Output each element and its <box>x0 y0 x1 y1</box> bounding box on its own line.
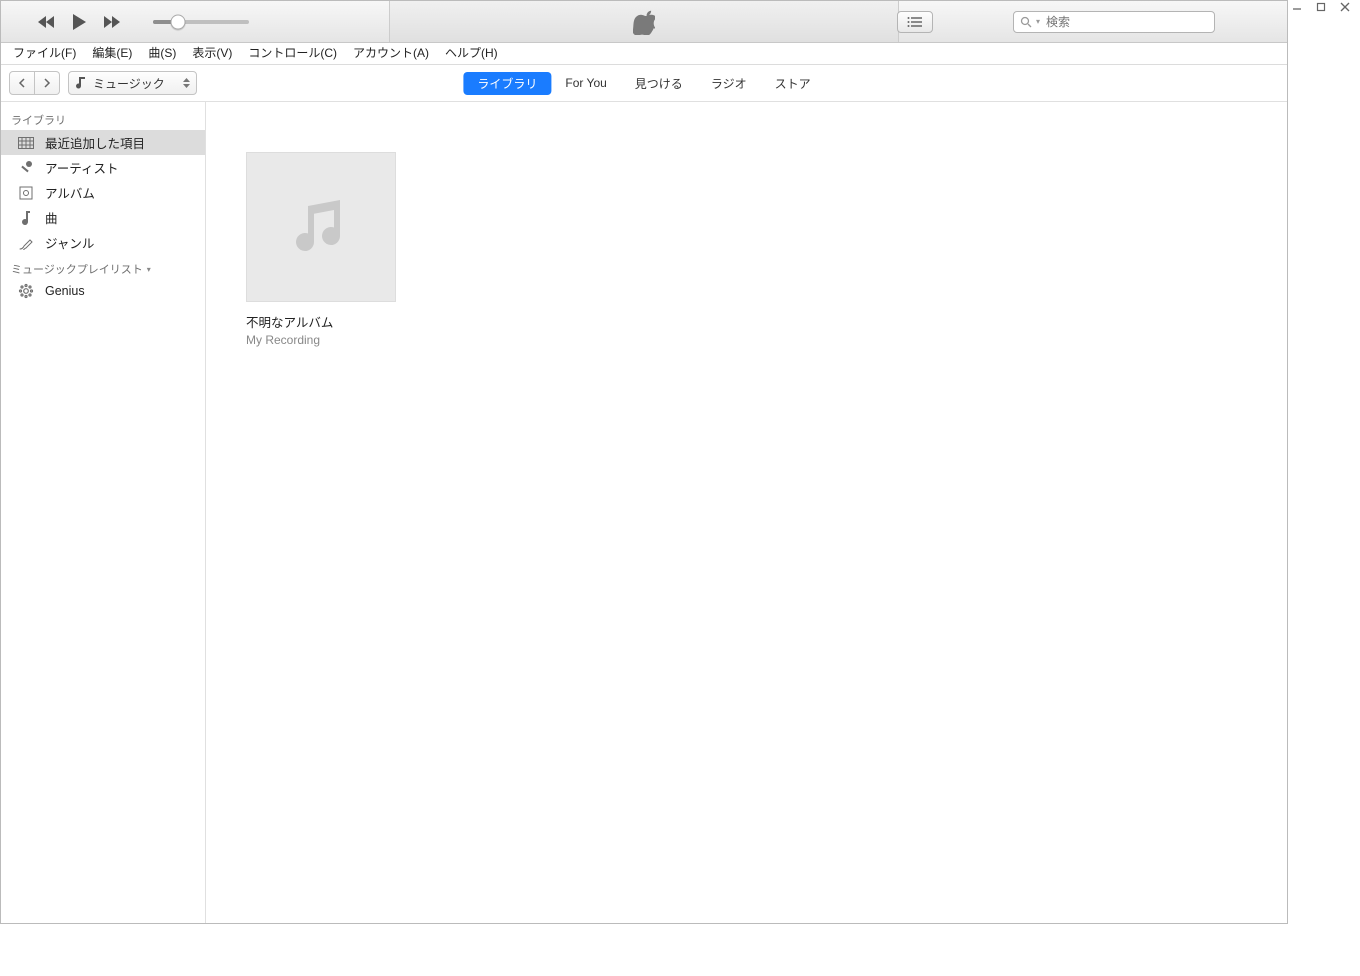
sidebar-item-songs[interactable]: 曲 <box>1 205 205 230</box>
player-bar-right: ▾ <box>897 1 1281 42</box>
tab-for-you[interactable]: For You <box>551 73 620 93</box>
guitar-icon <box>17 234 35 252</box>
album-art-placeholder <box>246 152 396 302</box>
sidebar-item-artists[interactable]: アーティスト <box>1 155 205 180</box>
sidebar-item-genres[interactable]: ジャンル <box>1 230 205 255</box>
media-picker-label: ミュージック <box>93 75 165 92</box>
media-picker[interactable]: ミュージック <box>68 71 197 95</box>
sidebar-item-label: ジャンル <box>45 233 94 252</box>
search-input[interactable] <box>1044 14 1208 30</box>
music-note-icon <box>75 76 87 90</box>
album-title: 不明なアルバム <box>246 312 394 331</box>
album-artist: My Recording <box>246 333 394 347</box>
tab-browse[interactable]: 見つける <box>621 72 697 95</box>
chevron-updown-icon <box>183 78 190 88</box>
menu-view[interactable]: 表示(V) <box>184 43 240 64</box>
album-icon <box>17 184 35 202</box>
tab-store[interactable]: ストア <box>761 72 825 95</box>
now-playing-display <box>389 1 899 42</box>
genius-icon <box>17 282 35 300</box>
sidebar-item-label: Genius <box>45 284 85 298</box>
album-tile[interactable]: 不明なアルバム My Recording <box>246 152 394 347</box>
sidebar-item-label: アルバム <box>45 183 95 202</box>
search-dropdown-icon[interactable]: ▾ <box>1036 17 1040 26</box>
sidebar-item-label: アーティスト <box>45 158 119 177</box>
playback-controls <box>1 12 133 32</box>
menu-file[interactable]: ファイル(F) <box>5 43 84 64</box>
grid-icon <box>17 134 35 152</box>
nav-bar: ミュージック ライブラリ For You 見つける ラジオ ストア <box>1 65 1287 102</box>
apple-logo-icon <box>633 9 655 35</box>
up-next-button[interactable] <box>897 11 933 33</box>
menu-help[interactable]: ヘルプ(H) <box>437 43 506 64</box>
sidebar-item-albums[interactable]: アルバム <box>1 180 205 205</box>
tab-radio[interactable]: ラジオ <box>697 72 761 95</box>
back-button[interactable] <box>9 71 35 95</box>
sidebar-header-playlists[interactable]: ミュージックプレイリスト ▾ <box>1 255 205 279</box>
forward-button[interactable] <box>35 71 60 95</box>
search-icon <box>1020 16 1032 28</box>
nav-history <box>9 71 60 95</box>
album-grid: 不明なアルバム My Recording <box>206 102 1287 923</box>
sidebar-item-label: 曲 <box>45 208 58 227</box>
body: ライブラリ 最近追加した項目 アーティスト アルバム 曲 ジャンル <box>1 102 1287 923</box>
section-tabs: ライブラリ For You 見つける ラジオ ストア <box>463 65 824 101</box>
volume-slider[interactable] <box>153 20 249 24</box>
sidebar-item-recently-added[interactable]: 最近追加した項目 <box>1 130 205 155</box>
next-button[interactable] <box>101 12 121 32</box>
previous-button[interactable] <box>37 12 57 32</box>
menu-bar: ファイル(F) 編集(E) 曲(S) 表示(V) コントロール(C) アカウント… <box>1 43 1287 65</box>
sidebar-header-library: ライブラリ <box>1 106 205 130</box>
menu-controls[interactable]: コントロール(C) <box>240 43 345 64</box>
player-bar: ▾ <box>1 1 1287 43</box>
microphone-icon <box>17 159 35 177</box>
note-icon <box>17 209 35 227</box>
sidebar: ライブラリ 最近追加した項目 アーティスト アルバム 曲 ジャンル <box>1 102 206 923</box>
tab-library[interactable]: ライブラリ <box>463 72 551 95</box>
menu-song[interactable]: 曲(S) <box>140 43 184 64</box>
menu-edit[interactable]: 編集(E) <box>84 43 140 64</box>
itunes-window: ▾ ファイル(F) 編集(E) 曲(S) 表示(V) コントロール(C) アカウ… <box>0 0 1288 924</box>
play-button[interactable] <box>69 12 89 32</box>
sidebar-item-label: 最近追加した項目 <box>45 133 145 152</box>
search-field[interactable]: ▾ <box>1013 11 1215 33</box>
menu-account[interactable]: アカウント(A) <box>345 43 437 64</box>
chevron-down-icon: ▾ <box>147 265 151 274</box>
sidebar-item-genius[interactable]: Genius <box>1 279 205 303</box>
